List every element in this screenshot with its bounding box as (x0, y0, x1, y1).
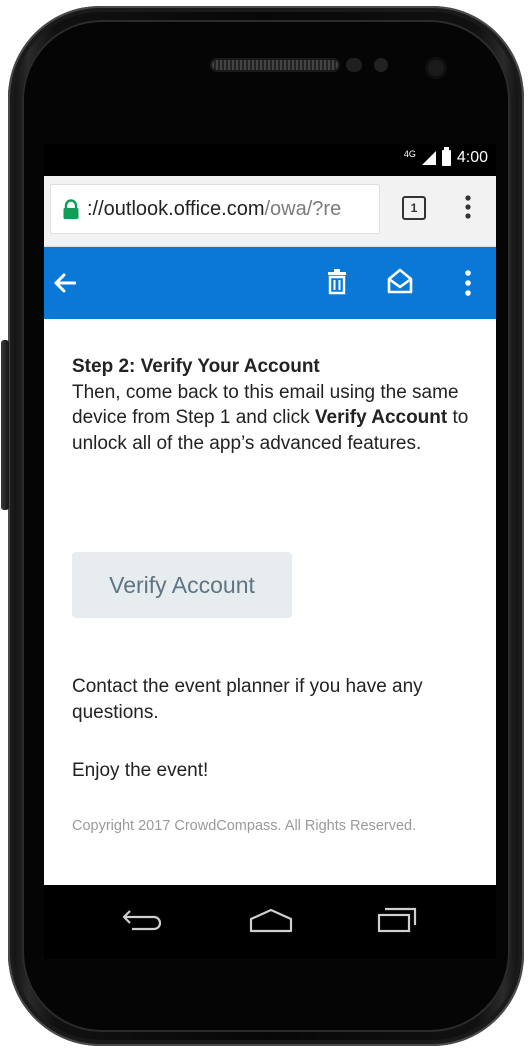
front-camera (428, 60, 444, 76)
recents-nav-icon[interactable] (375, 907, 421, 933)
tab-switcher-button[interactable]: 1 (402, 196, 426, 220)
email-body: Step 2: Verify Your Account Then, come b… (72, 354, 472, 456)
address-bar[interactable]: ://outlook.office.com/owa/?re (50, 184, 380, 234)
instructions-bold: Verify Account (314, 407, 448, 428)
tab-count: 1 (410, 201, 418, 215)
step-title: Step 2: Verify Your Account (72, 356, 320, 377)
signal-icon (421, 151, 436, 165)
browser-toolbar: ://outlook.office.com/owa/?re 1 (44, 176, 496, 247)
back-nav-icon[interactable] (122, 907, 166, 933)
network-type: 4G (403, 149, 416, 159)
status-icons: 4G 4:00 (403, 147, 488, 167)
device-screen: 4G 4:00 ://outlook.office.com/owa/?re 1 (44, 144, 496, 885)
android-nav-bar (44, 885, 496, 959)
battery-icon (441, 147, 451, 166)
mark-read-icon[interactable] (386, 267, 414, 295)
verify-account-button[interactable]: Verify Account (72, 552, 292, 618)
copyright-text: Copyright 2017 CrowdCompass. All Rights … (72, 818, 417, 834)
delete-icon[interactable] (327, 269, 347, 295)
step-instructions: Then, come back to this email using the … (72, 380, 472, 457)
speaker-grille (212, 60, 338, 70)
home-nav-icon[interactable] (248, 907, 294, 933)
more-options-icon[interactable] (464, 269, 472, 297)
url-path: /owa/?re (264, 197, 342, 220)
status-time: 4:00 (456, 149, 488, 166)
light-sensor (374, 58, 388, 72)
browser-menu-icon[interactable] (464, 192, 472, 222)
proximity-sensor (346, 58, 362, 72)
lock-icon (63, 199, 79, 219)
mail-app-bar (44, 247, 496, 319)
url-host: ://outlook.office.com (87, 197, 265, 220)
status-bar: 4G 4:00 (44, 144, 496, 176)
contact-text: Contact the event planner if you have an… (72, 676, 423, 723)
side-button (1, 340, 9, 510)
closing-text: Enjoy the event! (72, 760, 209, 781)
back-arrow-icon[interactable] (54, 273, 76, 293)
url-text: ://outlook.office.com/owa/?re (87, 198, 341, 221)
